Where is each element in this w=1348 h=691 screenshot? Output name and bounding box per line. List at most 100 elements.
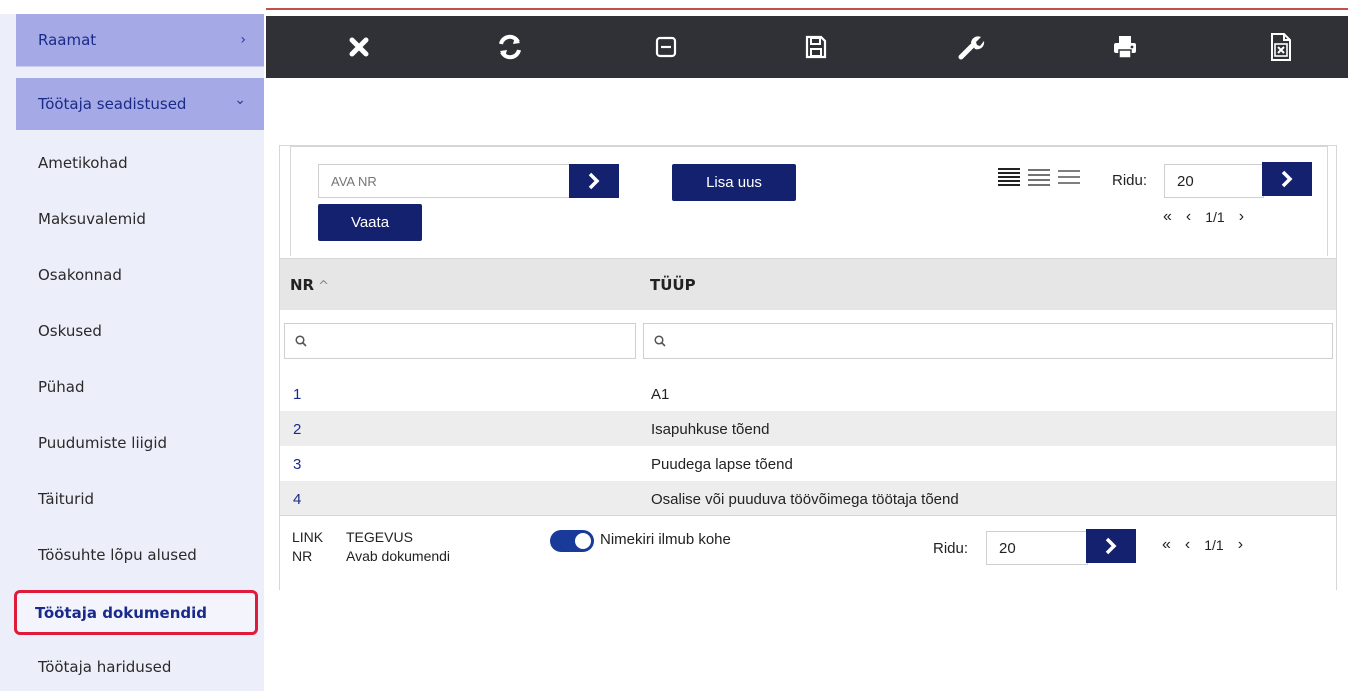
row-nr-link[interactable]: 4 — [293, 491, 301, 508]
chevron-down-icon: ⌄ — [234, 91, 246, 108]
sidebar-item-ametikohad[interactable]: Ametikohad — [16, 135, 264, 191]
column-header-nr[interactable]: NR ^ — [290, 276, 329, 294]
ridu-go-button[interactable] — [1262, 162, 1312, 196]
prev-page-icon[interactable]: ‹ — [1185, 536, 1190, 554]
toggle-label: Nimekiri ilmub kohe — [600, 531, 731, 548]
row-nr-link[interactable]: 3 — [293, 456, 301, 473]
toolbar — [266, 16, 1348, 78]
row-nr-link[interactable]: 2 — [293, 421, 301, 438]
tyyp-filter-input[interactable] — [643, 323, 1333, 359]
sidebar-item-label: Töötaja dokumendid — [35, 603, 208, 622]
table-header: NR ^ TÜÜP — [280, 258, 1336, 310]
density-compact-icon[interactable] — [998, 167, 1020, 187]
chevron-right-icon — [1281, 170, 1293, 188]
sidebar-item-label: Pühad — [38, 378, 85, 396]
sidebar: Raamat › Töötaja seadistused ⌄ Ametikoha… — [0, 0, 264, 691]
table-footer: LINK TEGEVUS NR Avab dokumendi Nimekiri il… — [280, 515, 1336, 591]
refresh-button[interactable] — [480, 16, 540, 78]
refresh-icon — [499, 34, 521, 60]
sidebar-top-strip — [0, 0, 264, 14]
sidebar-item-puhad[interactable]: Pühad — [16, 359, 264, 415]
sidebar-item-osakonnad[interactable]: Osakonnad — [16, 247, 264, 303]
table-row[interactable]: 2 Isapuhkuse tõend — [280, 411, 1336, 446]
sidebar-item-label: Maksuvalemid — [38, 210, 146, 228]
document-list-panel: Lisa uus Vaata Ridu: « ‹ 1/1 › — [279, 145, 1337, 591]
controls-box: Lisa uus Vaata Ridu: « ‹ 1/1 › — [290, 146, 1328, 256]
view-density-toggles — [998, 167, 1080, 187]
close-button[interactable] — [329, 16, 389, 78]
excel-icon — [1271, 33, 1291, 61]
top-accent-line — [266, 8, 1348, 10]
sort-asc-icon: ^ — [318, 279, 330, 294]
legend-action-header: TEGEVUS — [346, 529, 413, 545]
sidebar-item-puudumiste-liigid[interactable]: Puudumiste liigid — [16, 415, 264, 471]
sidebar-item-taiturid[interactable]: Täiturid — [16, 471, 264, 527]
excel-export-button[interactable] — [1251, 16, 1311, 78]
sidebar-item-tootaja-dokumendid[interactable]: Töötaja dokumendid — [14, 590, 258, 635]
next-page-icon[interactable]: › — [1238, 536, 1243, 554]
column-header-label: TÜÜP — [650, 276, 696, 294]
sidebar-item-maksuvalemid[interactable]: Maksuvalemid — [16, 191, 264, 247]
sidebar-group-tootaja-seadistused[interactable]: Töötaja seadistused ⌄ — [16, 78, 264, 130]
row-tyyp: Puudega lapse tõend — [651, 456, 793, 473]
settings-button[interactable] — [941, 16, 1001, 78]
close-icon — [349, 37, 369, 57]
density-normal-icon[interactable] — [1028, 167, 1050, 187]
row-tyyp: Osalise või puuduva töövõimega töötaja t… — [651, 491, 959, 508]
ridu-label: Ridu: — [1112, 172, 1148, 189]
search-icon — [654, 335, 666, 347]
table-row[interactable]: 3 Puudega lapse tõend — [280, 446, 1336, 481]
vaata-button[interactable]: Vaata — [318, 204, 422, 241]
row-tyyp: A1 — [651, 386, 670, 403]
sidebar-item-label: Töösuhte lõpu alused — [38, 546, 197, 564]
filter-row — [280, 310, 1336, 380]
sidebar-group-label: Töötaja seadistused — [38, 95, 187, 113]
legend-link-header: LINK — [292, 529, 324, 545]
toggle-knob — [575, 533, 591, 549]
ridu-label: Ridu: — [933, 540, 969, 557]
ridu-input-bottom[interactable] — [986, 531, 1088, 565]
chevron-right-icon: › — [240, 32, 246, 48]
nr-filter-input[interactable] — [284, 323, 636, 359]
instant-list-toggle[interactable] — [550, 530, 594, 552]
density-wide-icon[interactable] — [1058, 167, 1080, 187]
sidebar-item-label: Osakonnad — [38, 266, 122, 284]
ava-nr-input[interactable] — [318, 164, 570, 198]
save-icon — [805, 35, 827, 59]
table-row[interactable]: 4 Osalise või puuduva töövõimega töötaja… — [280, 481, 1336, 516]
next-page-icon[interactable]: › — [1239, 208, 1244, 226]
pager-top: « ‹ 1/1 › — [1163, 208, 1244, 226]
link-legend: LINK TEGEVUS NR Avab dokumendi — [292, 528, 450, 566]
ridu-input[interactable] — [1164, 164, 1264, 198]
legend-link-nr: NR — [292, 548, 313, 564]
collapse-icon — [655, 36, 677, 58]
pager-bottom: « ‹ 1/1 › — [1162, 536, 1243, 554]
sidebar-item-label: Täiturid — [38, 490, 95, 508]
row-tyyp: Isapuhkuse tõend — [651, 421, 770, 438]
first-page-icon[interactable]: « — [1163, 208, 1172, 226]
ava-nr-go-button[interactable] — [569, 164, 619, 198]
ridu-go-button-bottom[interactable] — [1086, 529, 1136, 563]
legend-action-text: Avab dokumendi — [346, 548, 451, 564]
sidebar-item-tootaja-haridused[interactable]: Töötaja haridused — [16, 643, 264, 691]
sidebar-item-oskused[interactable]: Oskused — [16, 303, 264, 359]
table-row[interactable]: 1 A1 — [280, 376, 1336, 411]
sidebar-group-label: Raamat — [38, 31, 97, 49]
prev-page-icon[interactable]: ‹ — [1186, 208, 1191, 226]
row-nr-link[interactable]: 1 — [293, 386, 301, 403]
column-header-tyyp[interactable]: TÜÜP — [650, 276, 696, 294]
sidebar-item-toosuhte-lopu-alused[interactable]: Töösuhte lõpu alused — [16, 527, 264, 583]
sidebar-item-label: Oskused — [38, 322, 102, 340]
first-page-icon[interactable]: « — [1162, 536, 1171, 554]
sidebar-group-raamat[interactable]: Raamat › — [16, 14, 264, 67]
collapse-button[interactable] — [636, 16, 696, 78]
page-indicator: 1/1 — [1205, 209, 1225, 225]
sidebar-item-label: Töötaja haridused — [38, 658, 172, 676]
lisa-uus-button[interactable]: Lisa uus — [672, 164, 796, 201]
print-button[interactable] — [1095, 16, 1155, 78]
save-button[interactable] — [786, 16, 846, 78]
search-icon — [295, 335, 307, 347]
chevron-right-icon — [588, 172, 600, 190]
wrench-icon — [958, 36, 985, 60]
sidebar-item-label: Puudumiste liigid — [38, 434, 168, 452]
